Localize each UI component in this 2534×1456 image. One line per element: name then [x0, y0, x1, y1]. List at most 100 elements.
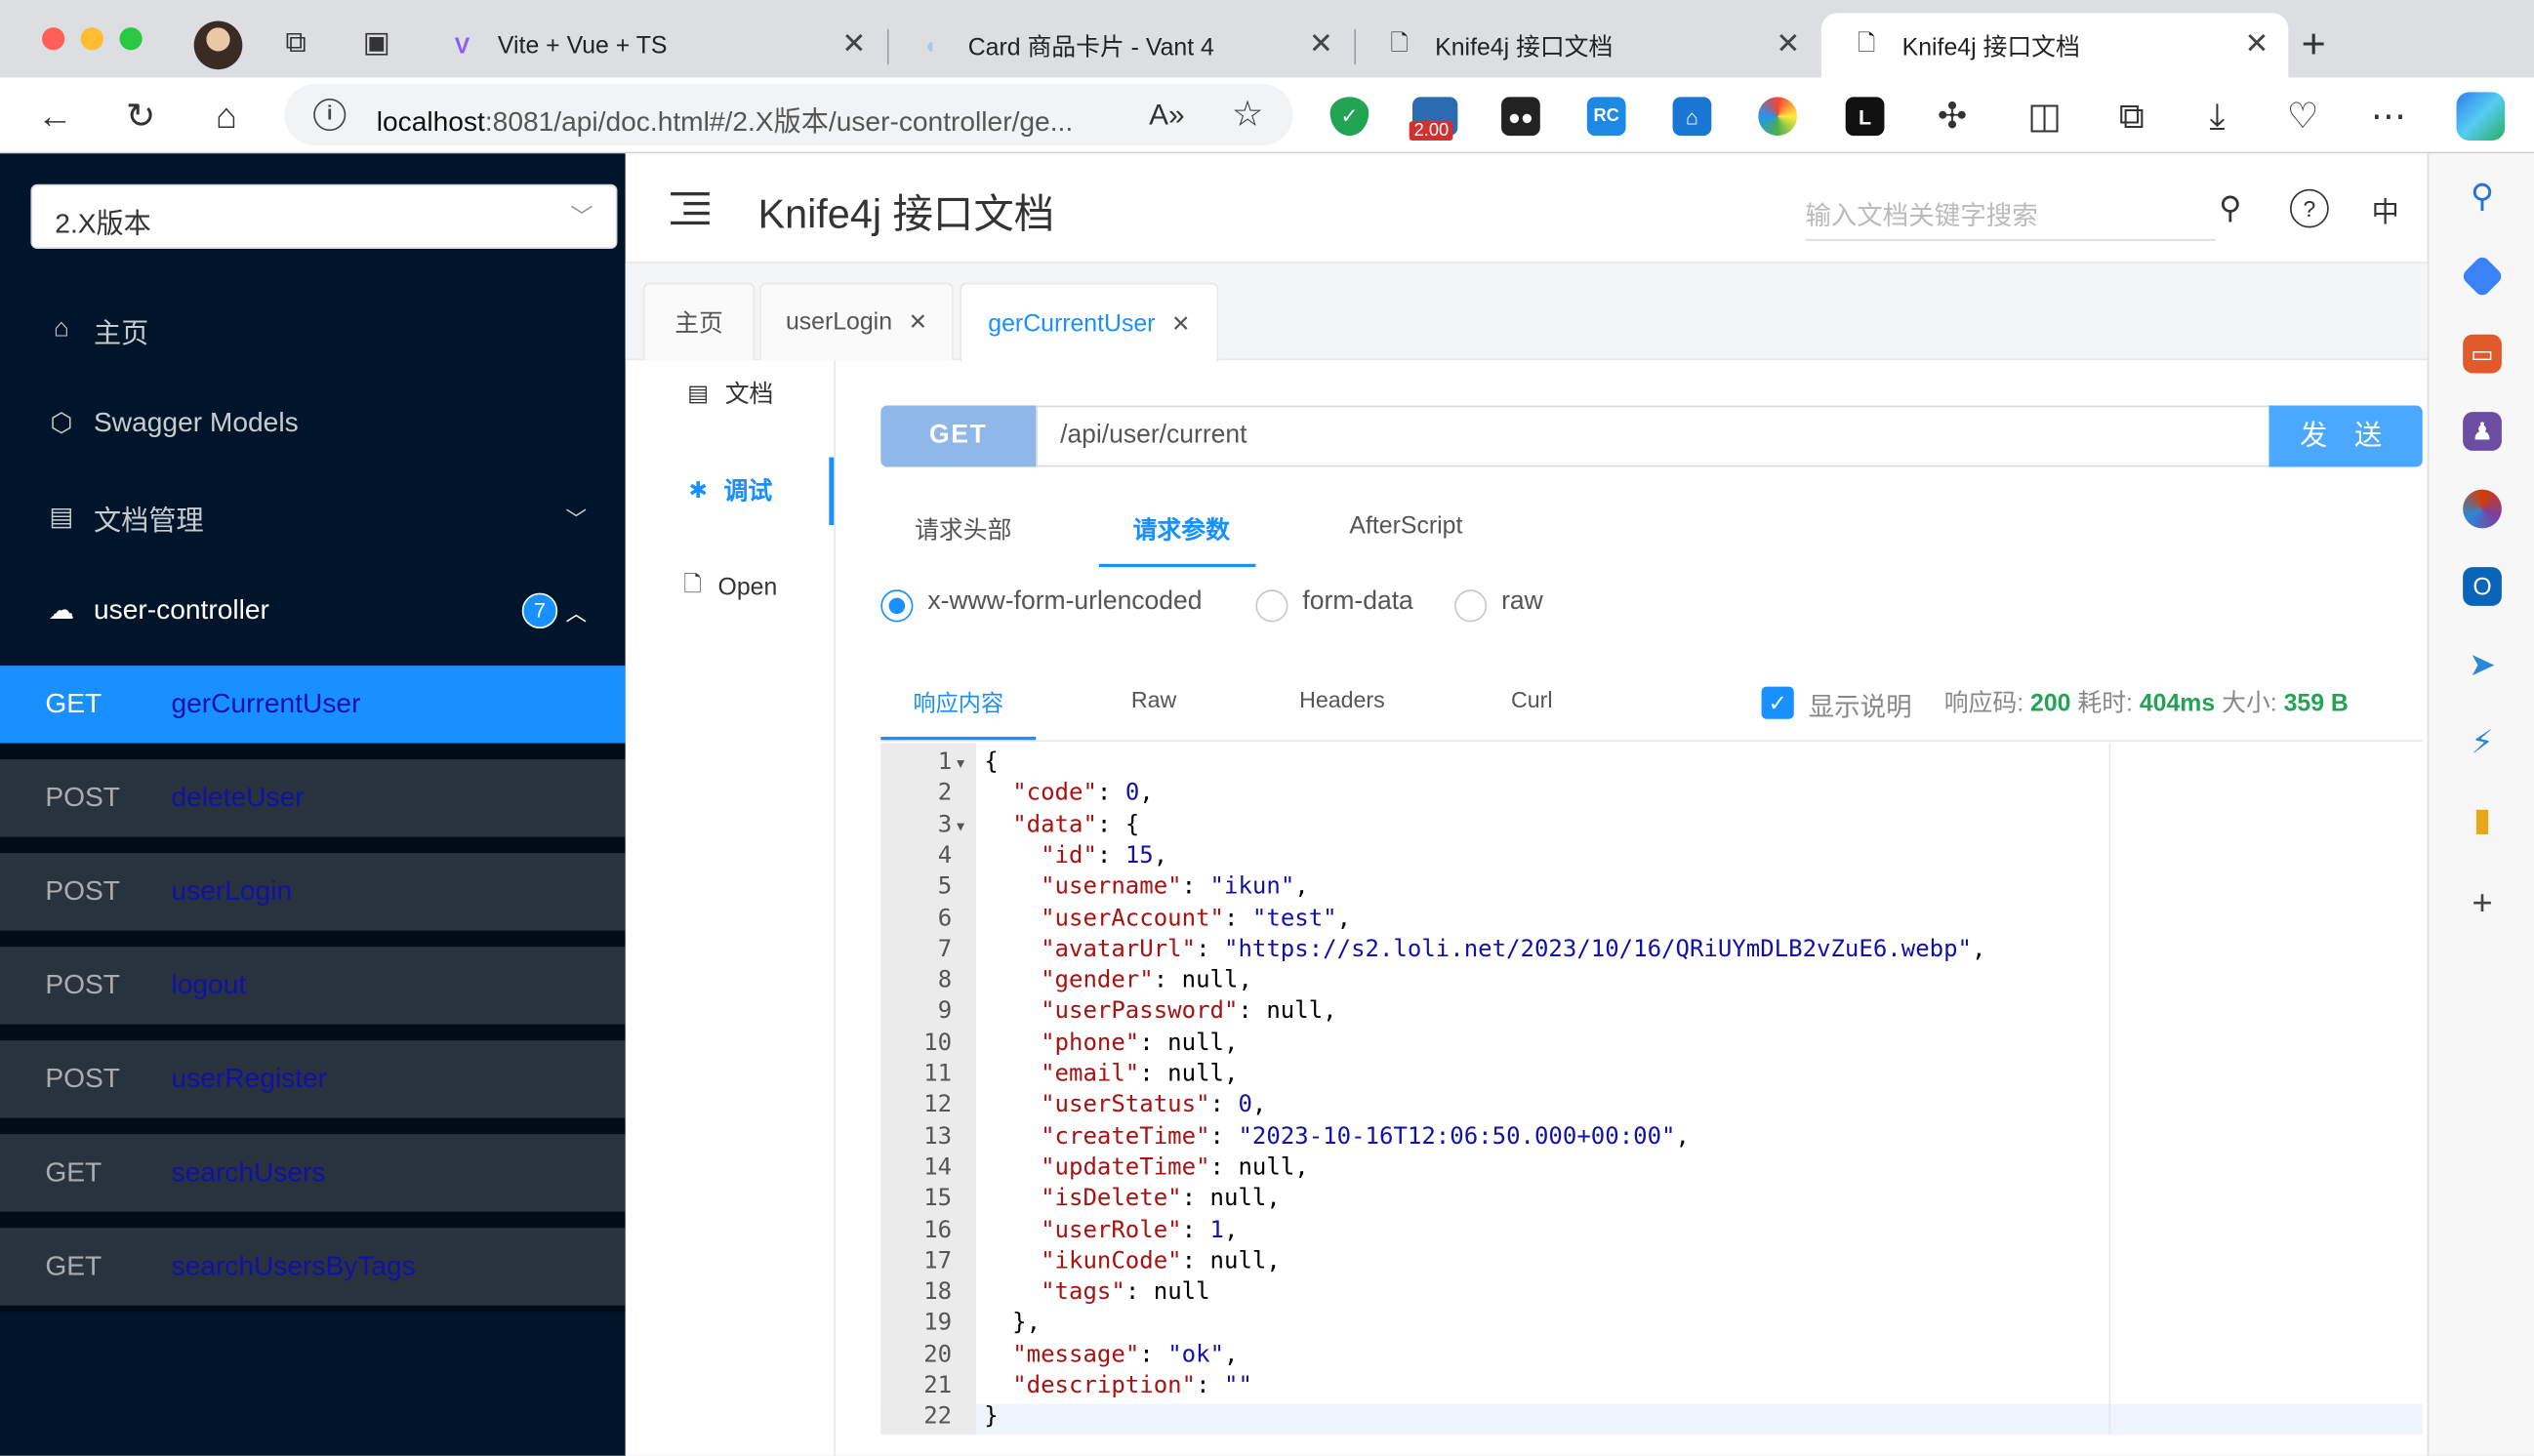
tab-actions-icon[interactable]: ▣ [359, 25, 394, 58]
api-item-gercurrentuser[interactable]: GET gerCurrentUser [0, 666, 626, 744]
tab-label: Open [717, 572, 778, 601]
tab-response-curl[interactable]: Curl [1511, 687, 1553, 712]
api-item-logout[interactable]: POST logout [0, 947, 626, 1025]
split-screen-icon[interactable]: ◫ [2022, 94, 2066, 139]
tab-debug[interactable]: ✱ 调试 [626, 458, 836, 522]
profile-avatar[interactable] [193, 20, 243, 70]
api-name: logout [171, 969, 247, 1000]
radio-raw[interactable] [1454, 589, 1488, 623]
search-icon[interactable]: ⚲ [2211, 189, 2250, 228]
doc-tab-gercurrentuser[interactable]: gerCurrentUser ✕ [960, 282, 1219, 362]
l-extension-icon[interactable]: L [1845, 97, 1885, 137]
browser-tab-knife4j[interactable]: 🗋 Knife4j 接口文档 ✕ [1354, 13, 1819, 77]
language-switch[interactable]: 中 [2366, 189, 2405, 228]
close-tab-icon[interactable]: ✕ [841, 27, 866, 61]
radio-label[interactable]: raw [1501, 588, 1543, 618]
url-text[interactable]: localhost:8081/api/doc.html#/2.X版本/user-… [377, 99, 1073, 139]
close-icon[interactable]: ✕ [1171, 309, 1190, 337]
fold-toggle-icon[interactable]: ▼ [957, 756, 964, 771]
api-item-searchusers[interactable]: GET searchUsers [0, 1134, 626, 1212]
tab-label: 文档 [724, 380, 774, 409]
browser-tab-knife4j-active[interactable]: 🗋 Knife4j 接口文档 ✕ [1820, 13, 2289, 78]
toolbox-icon[interactable]: ▭ [2463, 334, 2502, 374]
extensions-puzzle-icon[interactable]: ✣ [1930, 94, 1975, 139]
zoom-window-button[interactable] [119, 27, 143, 51]
mask-extension-icon[interactable]: ●● [1501, 97, 1540, 137]
response-code-editor[interactable]: 1 ▼ 2 3 ▼ 4 5 6 7 8 9 10 11 12 13 14 15 16 17 18 19 20 21 22 { … [880, 743, 2423, 1436]
tag-icon[interactable] [2460, 254, 2505, 299]
tab-open[interactable]: 🗋 Open [626, 554, 836, 619]
read-aloud-icon[interactable]: A» [1144, 92, 1189, 137]
show-description-checkbox[interactable]: ✓ [1761, 686, 1794, 719]
outlook-icon[interactable]: O [2463, 567, 2502, 606]
performance-icon[interactable]: ♡ [2280, 94, 2325, 139]
response-stats: 响应码: 200 耗时: 404ms 大小: 359 B [1943, 689, 2349, 718]
send-button[interactable]: 发 送 [2268, 405, 2423, 467]
downloads-icon[interactable]: ⤓ [2194, 94, 2239, 139]
tab-response-headers[interactable]: Headers [1299, 687, 1385, 712]
close-tab-icon[interactable]: ✕ [1309, 27, 1333, 61]
radio-label[interactable]: x-www-form-urlencoded [927, 588, 1202, 618]
api-method: POST [45, 782, 121, 813]
favorite-star-icon[interactable]: ☆ [1225, 92, 1270, 137]
browser-tab-vite[interactable]: V Vite + Vue + TS ✕ [417, 13, 885, 77]
copilot-icon[interactable] [2456, 92, 2506, 142]
games-icon[interactable]: ♟ [2463, 412, 2502, 451]
sidebar-item-user-controller[interactable]: ☁ user-controller 7 ︿ [0, 564, 626, 658]
doc-tab-userlogin[interactable]: userLogin ✕ [759, 282, 954, 361]
back-icon[interactable]: ← [32, 94, 77, 139]
shield-extension-icon[interactable]: ✓ [1329, 97, 1369, 137]
account-extension-icon[interactable]: ⌂ [1672, 97, 1712, 137]
add-icon[interactable]: + [2463, 882, 2502, 922]
api-method: POST [45, 969, 121, 1000]
version-select[interactable]: 2.X版本 ﹀ [30, 183, 618, 249]
close-icon[interactable]: ✕ [909, 308, 927, 336]
close-tab-icon[interactable]: ✕ [2244, 27, 2268, 61]
tab-afterscript[interactable]: AfterScript [1349, 512, 1462, 540]
radio-label[interactable]: form-data [1302, 588, 1412, 618]
help-icon[interactable]: ? [2290, 188, 2329, 228]
address-bar[interactable]: i localhost:8081/api/doc.html#/2.X版本/use… [284, 84, 1293, 146]
line-number: 2 [937, 781, 953, 807]
code-line: "isDelete": null, [1041, 1186, 1281, 1213]
tab-request-headers[interactable]: 请求头部 [915, 512, 1011, 546]
rc-extension-icon[interactable]: RC [1586, 97, 1626, 137]
tab-response-raw[interactable]: Raw [1131, 687, 1176, 712]
request-path-input[interactable]: /api/user/current [1036, 405, 2271, 467]
color-extension-icon[interactable] [1758, 97, 1798, 137]
tab-doc[interactable]: ▤ 文档 [626, 360, 836, 425]
api-item-userregister[interactable]: POST userRegister [0, 1040, 626, 1118]
new-tab-button[interactable]: + [2302, 20, 2326, 69]
browser-tab-vant[interactable]: ◐ Card 商品卡片 - Vant 4 ✕ [887, 13, 1353, 77]
site-info-icon[interactable]: i [313, 98, 347, 132]
collections-icon[interactable]: ⧉ [278, 25, 313, 58]
doc-tab-home[interactable]: 主页 [642, 282, 756, 361]
sidebar-item-swagger-models[interactable]: ⬡ Swagger Models [0, 377, 626, 470]
analytics-icon[interactable]: ▮ [2463, 800, 2502, 839]
skype-icon[interactable]: ⚡ [2463, 722, 2502, 761]
close-tab-icon[interactable]: ✕ [1776, 27, 1800, 61]
send-icon[interactable]: ➤ [2463, 645, 2502, 684]
api-item-searchusersbytags[interactable]: GET searchUsersByTags [0, 1228, 626, 1306]
api-item-userlogin[interactable]: POST userLogin [0, 853, 626, 931]
search-icon[interactable]: ⚲ [2463, 176, 2502, 215]
api-item-deleteuser[interactable]: POST deleteUser [0, 759, 626, 837]
office-icon[interactable] [2463, 489, 2502, 529]
line-number: 4 [937, 843, 953, 870]
sidebar-item-doc-manage[interactable]: ▤ 文档管理 ﹀ [0, 470, 626, 564]
more-menu-icon[interactable]: ⋯ [2366, 94, 2411, 139]
menu-toggle-icon[interactable] [671, 192, 710, 225]
reload-icon[interactable]: ↻ [118, 94, 163, 139]
collections-add-icon[interactable]: ⧉ [2109, 94, 2154, 139]
fold-toggle-icon[interactable]: ▼ [957, 819, 964, 833]
sidebar-item-label: 文档管理 [94, 505, 204, 536]
radio-form-data[interactable] [1255, 589, 1288, 623]
close-window-button[interactable] [42, 27, 65, 51]
tab-response-content[interactable]: 响应内容 [913, 687, 1003, 719]
minimize-window-button[interactable] [80, 27, 103, 51]
radio-urlencoded[interactable] [880, 589, 914, 623]
tab-request-params[interactable]: 请求参数 [1133, 512, 1230, 546]
home-icon[interactable]: ⌂ [204, 94, 249, 139]
sidebar-item-home[interactable]: ⌂ 主页 [0, 283, 626, 377]
doc-search-input[interactable]: 输入文档关键字搜索 [1805, 185, 2216, 241]
